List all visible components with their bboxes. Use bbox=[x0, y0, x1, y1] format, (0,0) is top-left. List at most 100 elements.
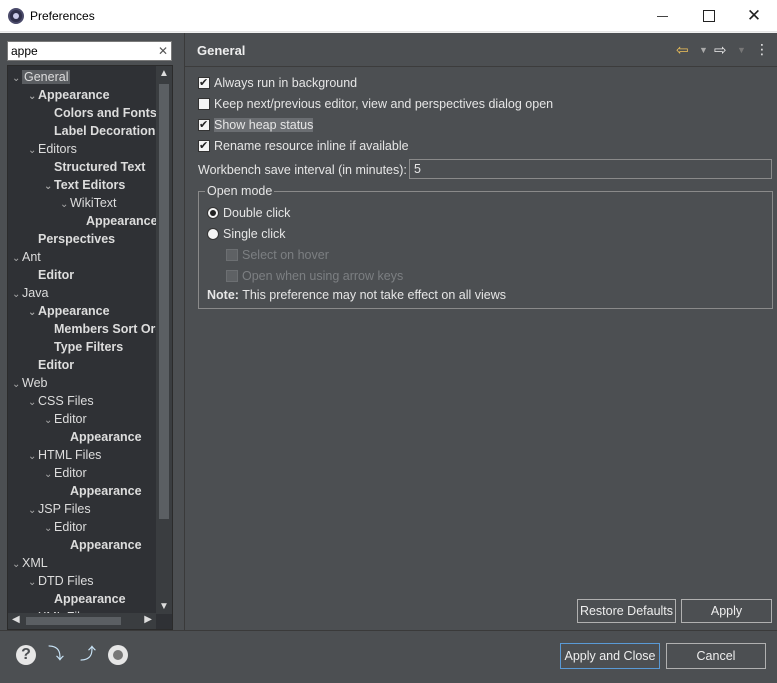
tree-item-label: Ant bbox=[22, 250, 41, 264]
tree-item-label: WikiText bbox=[70, 196, 117, 210]
scroll-left-icon[interactable]: ◀ bbox=[12, 614, 20, 625]
option-always-run-background[interactable]: Always run in background bbox=[198, 74, 357, 92]
tree-item-label: Type Filters bbox=[54, 340, 124, 354]
tree-item[interactable]: Appearance bbox=[44, 590, 126, 608]
tree-item[interactable]: ⌄ Text Editors bbox=[44, 176, 125, 194]
scroll-up-icon[interactable]: ▲ bbox=[156, 68, 172, 79]
tree-horizontal-scrollbar[interactable]: ◀ ▶ bbox=[8, 613, 156, 629]
scroll-down-icon[interactable]: ▼ bbox=[156, 601, 172, 612]
expand-chevron-icon[interactable]: ⌄ bbox=[44, 178, 54, 196]
maximize-icon[interactable] bbox=[686, 0, 732, 32]
tree-item[interactable]: ⌄ CSS Files bbox=[28, 392, 94, 410]
tree-item[interactable]: Members Sort Order bbox=[44, 320, 156, 338]
tree-item[interactable]: Colors and Fonts bbox=[44, 104, 156, 122]
restore-defaults-button[interactable]: Restore Defaults bbox=[577, 599, 676, 623]
scroll-right-icon[interactable]: ▶ bbox=[144, 614, 152, 625]
expand-chevron-icon[interactable]: ⌄ bbox=[28, 394, 38, 412]
expand-chevron-icon[interactable]: ⌄ bbox=[44, 520, 54, 538]
record-icon[interactable] bbox=[108, 645, 128, 665]
scroll-thumb[interactable] bbox=[159, 84, 169, 519]
minimize-icon[interactable] bbox=[640, 0, 686, 32]
option-show-heap-status[interactable]: Show heap status bbox=[198, 116, 314, 134]
tree-item[interactable]: ⌄ XML bbox=[12, 554, 48, 572]
radio[interactable] bbox=[207, 228, 219, 240]
checkbox[interactable] bbox=[198, 137, 210, 155]
radio-single-click[interactable]: Single click bbox=[207, 225, 286, 243]
apply-button[interactable]: Apply bbox=[681, 599, 772, 623]
close-icon[interactable]: ✕ bbox=[731, 0, 777, 32]
export-icon[interactable]: ⤴ bbox=[78, 645, 98, 665]
tree-item[interactable]: Appearance bbox=[60, 482, 142, 500]
tree-item[interactable]: Type Filters bbox=[44, 338, 123, 356]
view-menu-icon[interactable]: ⋮ bbox=[755, 41, 769, 58]
tree-item[interactable]: ⌄ Appearance bbox=[28, 86, 110, 104]
tree-item[interactable]: Appearance bbox=[60, 428, 142, 446]
checkbox[interactable] bbox=[198, 98, 210, 110]
forward-arrow-icon[interactable]: ⇨ bbox=[714, 41, 727, 59]
expand-chevron-icon[interactable]: ⌄ bbox=[12, 376, 22, 394]
expand-chevron-icon[interactable]: ⌄ bbox=[12, 250, 22, 268]
expand-chevron-icon[interactable]: ⌄ bbox=[12, 70, 22, 88]
tree-item[interactable]: Editor bbox=[28, 266, 74, 284]
expand-chevron-icon[interactable]: ⌄ bbox=[12, 286, 22, 304]
back-dropdown-icon[interactable]: ▼ bbox=[699, 45, 708, 55]
cancel-button[interactable]: Cancel bbox=[666, 643, 766, 669]
expand-chevron-icon[interactable]: ⌄ bbox=[44, 412, 54, 430]
save-interval-field[interactable]: 5 bbox=[409, 159, 772, 179]
tree-item[interactable]: Label Decorations bbox=[44, 122, 156, 140]
option-keep-next-previous[interactable]: Keep next/previous editor, view and pers… bbox=[198, 95, 553, 113]
radio[interactable] bbox=[207, 207, 219, 219]
tree-item[interactable]: ⌄ General bbox=[12, 68, 71, 88]
expand-chevron-icon[interactable]: ⌄ bbox=[28, 142, 38, 160]
help-icon[interactable]: ? bbox=[16, 645, 36, 665]
tree-item[interactable]: ⌄ WikiText bbox=[60, 194, 117, 212]
tree-item[interactable]: ⌄ Editor bbox=[44, 518, 87, 536]
expand-chevron-icon[interactable]: ⌄ bbox=[12, 556, 22, 574]
tree-item[interactable]: Editor bbox=[28, 356, 74, 374]
filter-value[interactable]: appe bbox=[11, 44, 38, 58]
tree-vertical-scrollbar[interactable]: ▲ ▼ bbox=[156, 66, 172, 614]
tree-item[interactable]: ⌄ Editor bbox=[44, 410, 87, 428]
save-interval-label: Workbench save interval (in minutes): bbox=[198, 163, 407, 177]
tree-item[interactable]: ⌄ HTML Files bbox=[28, 446, 101, 464]
option-label: Keep next/previous editor, view and pers… bbox=[214, 97, 554, 111]
option-rename-inline[interactable]: Rename resource inline if available bbox=[198, 137, 409, 155]
forward-dropdown-icon[interactable]: ▼ bbox=[737, 45, 746, 55]
tree-item[interactable]: ⌄ Web bbox=[12, 374, 47, 392]
tree-item[interactable]: ⌄ Ant bbox=[12, 248, 41, 266]
checkbox[interactable] bbox=[198, 74, 210, 92]
filter-input[interactable]: appe ✕ bbox=[7, 41, 172, 61]
apply-and-close-button[interactable]: Apply and Close bbox=[560, 643, 660, 669]
tree-item[interactable]: Appearance bbox=[76, 212, 156, 230]
expand-chevron-icon[interactable]: ⌄ bbox=[28, 304, 38, 322]
checkbox[interactable] bbox=[198, 116, 210, 134]
tree-item[interactable]: ⌄ Java bbox=[12, 284, 48, 302]
tree-item[interactable]: ⌄ Appearance bbox=[28, 302, 110, 320]
tree-item[interactable]: Appearance bbox=[60, 536, 142, 554]
tree-item[interactable]: ⌄ DTD Files bbox=[28, 572, 94, 590]
tree-item-label: Members Sort Order bbox=[54, 322, 156, 336]
tree-item[interactable]: ⌄ Editor bbox=[44, 464, 87, 482]
radio-label: Single click bbox=[223, 227, 286, 241]
back-arrow-icon[interactable]: ⇦ bbox=[676, 41, 689, 59]
clear-filter-icon[interactable]: ✕ bbox=[158, 44, 168, 58]
tree-item-label: HTML Files bbox=[38, 448, 102, 462]
hscroll-thumb[interactable] bbox=[26, 617, 121, 625]
tree-item-label: Editors bbox=[38, 142, 77, 156]
tree-item[interactable]: Structured Text bbox=[44, 158, 145, 176]
radio-double-click[interactable]: Double click bbox=[207, 204, 290, 222]
expand-chevron-icon[interactable]: ⌄ bbox=[28, 448, 38, 466]
preference-page: General ⇦ ▼ ⇨ ▼ ⋮ Always run in backgrou… bbox=[184, 33, 777, 630]
expand-chevron-icon[interactable]: ⌄ bbox=[44, 466, 54, 484]
tree-item[interactable]: ⌄ Editors bbox=[28, 140, 77, 158]
tree-item[interactable]: ⌄ JSP Files bbox=[28, 500, 91, 518]
expand-chevron-icon[interactable]: ⌄ bbox=[28, 502, 38, 520]
tree-item-label: Web bbox=[22, 376, 48, 390]
tree-item-label: Appearance bbox=[70, 538, 142, 552]
expand-chevron-icon[interactable]: ⌄ bbox=[28, 88, 38, 106]
expand-chevron-icon[interactable]: ⌄ bbox=[28, 574, 38, 592]
tree-item[interactable]: Perspectives bbox=[28, 230, 115, 248]
import-icon[interactable]: ⤵ bbox=[46, 645, 66, 665]
radio-label: Double click bbox=[223, 206, 291, 220]
expand-chevron-icon[interactable]: ⌄ bbox=[60, 196, 70, 214]
